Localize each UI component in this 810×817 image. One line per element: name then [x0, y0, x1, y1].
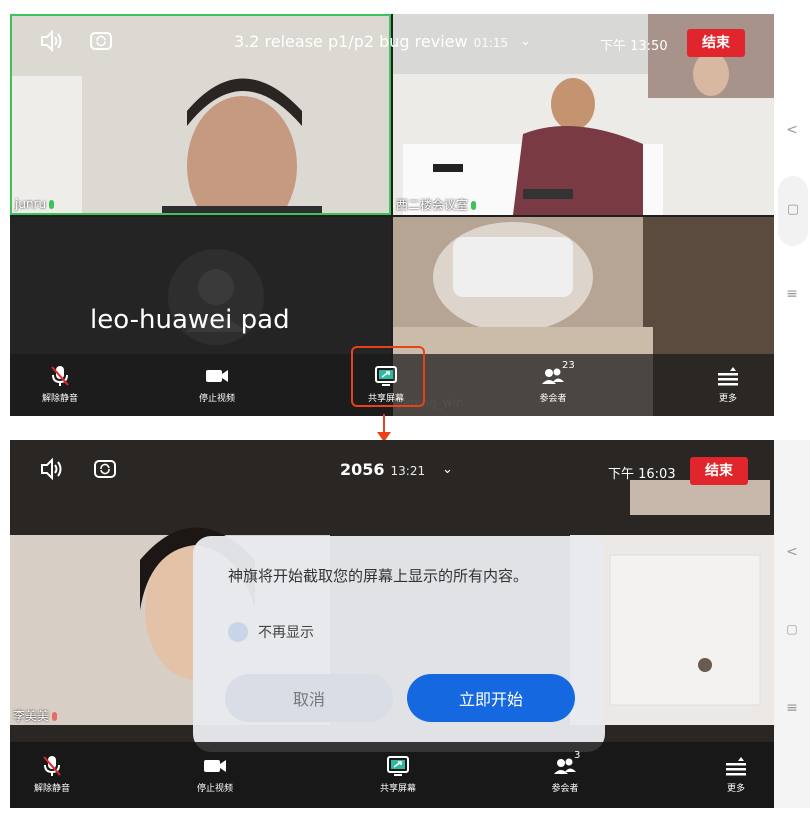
- menu-nav-button[interactable]: ≡: [774, 700, 810, 716]
- screen-capture-dialog: 神旗将开始截取您的屏幕上显示的所有内容。 不再显示 取消 立即开始: [193, 536, 605, 752]
- camera-switch-icon[interactable]: [92, 456, 118, 482]
- participants-label: 参会者: [551, 784, 579, 794]
- participants-count-badge: 3: [574, 750, 581, 761]
- speaker-icon[interactable]: [38, 456, 64, 482]
- system-nav-bar: < ▢ ≡: [774, 440, 810, 808]
- meeting-screen-after: 李美美 2056 13:21 ⌄ 下午 16:03 结束 神旗将开始截取您的屏幕上…: [10, 440, 774, 808]
- end-meeting-button[interactable]: 结束: [690, 457, 748, 485]
- home-nav-button[interactable]: ▢: [778, 176, 808, 246]
- system-nav-bar: < ▢ ≡: [774, 110, 810, 310]
- more-button[interactable]: 更多: [688, 364, 768, 404]
- camera-switch-icon[interactable]: [88, 28, 114, 54]
- mic-muted-icon: [43, 756, 61, 776]
- mic-active-icon: [49, 200, 55, 209]
- share-screen-label: 共享屏幕: [379, 784, 416, 794]
- meeting-topbar: 2056 13:21 ⌄ 下午 16:03 结束: [10, 440, 774, 498]
- chevron-down-icon[interactable]: ⌄: [520, 34, 531, 49]
- stop-video-button[interactable]: 停止视频: [175, 754, 255, 794]
- stop-video-button[interactable]: 停止视频: [177, 364, 257, 404]
- dont-show-again-label: 不再显示: [258, 625, 314, 641]
- dont-show-again-option[interactable]: 不再显示: [228, 622, 314, 642]
- participant-name: 西二楼会议室: [396, 196, 477, 213]
- home-nav-button[interactable]: ▢: [774, 622, 810, 636]
- stop-video-label: 停止视频: [196, 784, 233, 794]
- end-meeting-button[interactable]: 结束: [687, 29, 745, 57]
- meeting-topbar: 3.2 release p1/p2 bug review 01:15 ⌄ 下午 1…: [10, 14, 774, 72]
- more-label: 更多: [726, 784, 745, 794]
- unmute-label: 解除静音: [33, 784, 70, 794]
- cancel-button[interactable]: 取消: [225, 674, 393, 722]
- video-icon: [204, 760, 226, 772]
- chevron-down-icon[interactable]: ⌄: [442, 462, 453, 477]
- mic-muted-icon: [51, 366, 69, 386]
- clock: 下午 16:03: [608, 467, 676, 482]
- participants-button[interactable]: 23 参会者: [513, 360, 593, 404]
- clock: 下午 13:50: [600, 39, 668, 54]
- more-icon: [718, 367, 738, 386]
- more-button[interactable]: 更多: [696, 754, 774, 794]
- more-icon: [726, 757, 746, 776]
- participant-name-large: leo-huawei pad: [90, 305, 290, 335]
- unmute-button[interactable]: 解除静音: [12, 754, 92, 794]
- unmute-label: 解除静音: [41, 394, 78, 404]
- radio-button[interactable]: [228, 622, 248, 642]
- stop-video-label: 停止视频: [198, 394, 235, 404]
- speaker-icon[interactable]: [38, 28, 64, 54]
- more-label: 更多: [718, 394, 737, 404]
- participants-button[interactable]: 3 参会者: [525, 750, 605, 794]
- meeting-toolbar: 解除静音 停止视频 共享屏幕 3 参会者 更多: [10, 742, 774, 808]
- mic-active-icon: [52, 712, 58, 721]
- meeting-title[interactable]: 2056 13:21: [340, 460, 425, 479]
- meeting-title[interactable]: 3.2 release p1/p2 bug review 01:15: [234, 32, 508, 51]
- start-now-button[interactable]: 立即开始: [407, 674, 575, 722]
- participants-count-badge: 23: [562, 360, 575, 371]
- mic-active-icon: [471, 201, 477, 210]
- back-nav-button[interactable]: <: [774, 544, 810, 560]
- unmute-button[interactable]: 解除静音: [20, 364, 100, 404]
- dialog-message: 神旗将开始截取您的屏幕上显示的所有内容。: [228, 567, 529, 585]
- share-screen-highlight: [351, 346, 425, 407]
- back-nav-button[interactable]: <: [774, 122, 810, 138]
- video-icon: [206, 370, 228, 382]
- participant-name: junru: [15, 197, 55, 211]
- share-screen-button[interactable]: 共享屏幕: [358, 754, 438, 794]
- participants-label: 参会者: [539, 394, 567, 404]
- share-screen-icon: [387, 756, 409, 776]
- menu-nav-button[interactable]: ≡: [774, 286, 810, 302]
- participant-name: 李美美: [13, 707, 58, 724]
